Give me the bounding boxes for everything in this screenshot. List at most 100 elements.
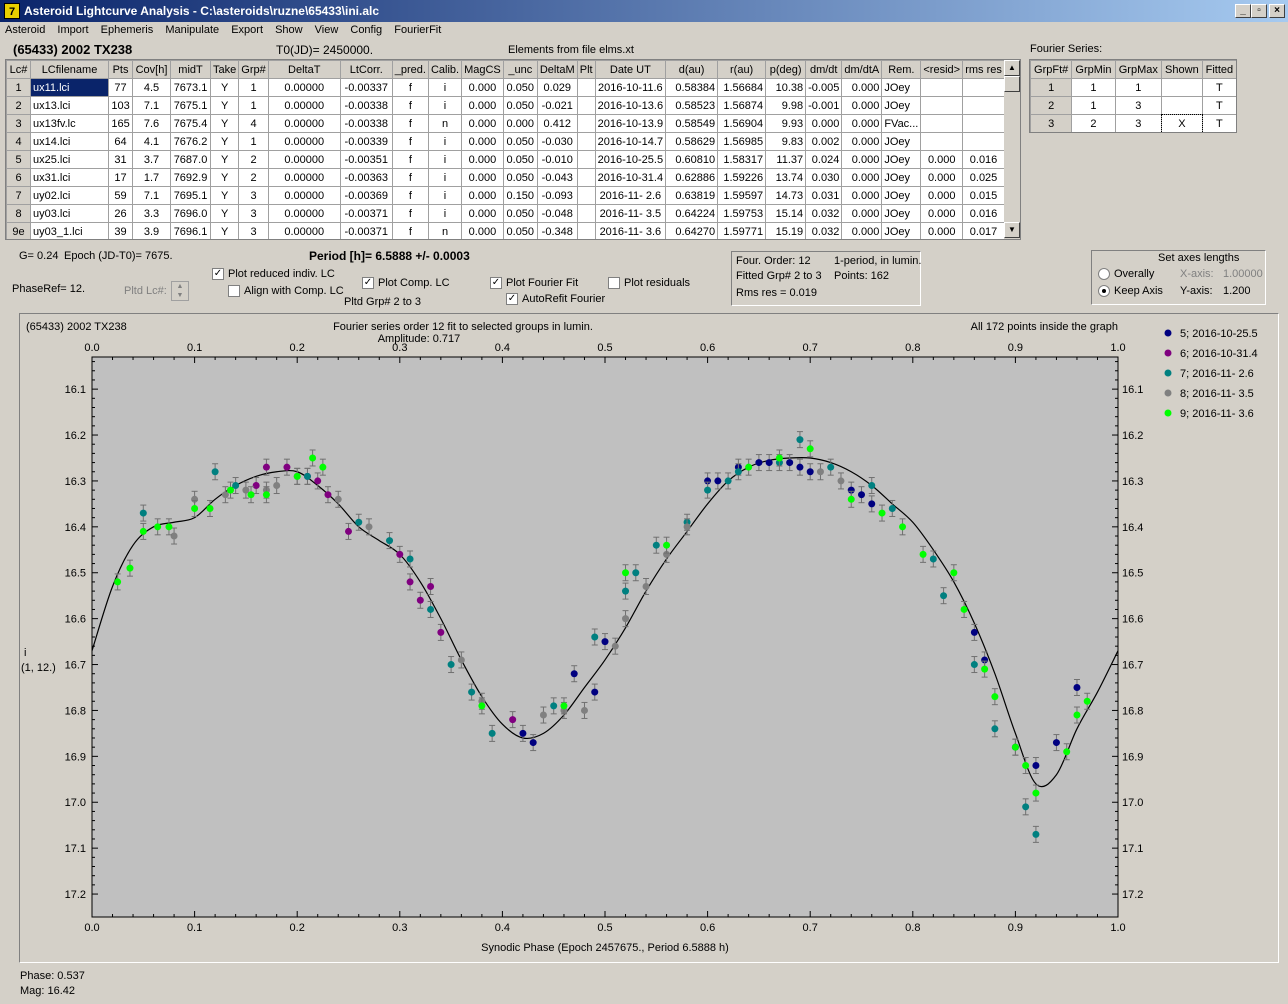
lc-cell[interactable]: 0.050 [502, 204, 538, 223]
lc-cell[interactable]: f [391, 114, 429, 133]
autorefit-checkbox[interactable]: ✓ AutoRefit Fourier [506, 293, 605, 306]
lc-cell[interactable]: 0.032 [805, 204, 843, 223]
lc-cell[interactable]: f [391, 78, 429, 97]
lc-cell[interactable]: -0.00369 [339, 186, 393, 205]
fourier-col-header[interactable]: GrpMin [1071, 60, 1116, 79]
lc-cell[interactable]: 15.14 [765, 204, 807, 223]
lc-cell[interactable]: 0.050 [502, 150, 538, 169]
fourier-cell[interactable]: 2 [1071, 114, 1116, 132]
lc-cell[interactable]: 0.00000 [267, 150, 341, 169]
lc-cell[interactable]: 0.63819 [665, 186, 719, 205]
lc-row-header[interactable]: 5 [6, 150, 31, 169]
lc-col-header[interactable]: r(au) [717, 60, 767, 79]
lc-cell[interactable]: 7675.4 [170, 114, 212, 133]
lc-cell[interactable] [576, 168, 596, 187]
lc-cell[interactable]: 0.000 [841, 78, 883, 97]
lc-cell[interactable]: 4 [238, 114, 269, 133]
lc-cell[interactable]: f [391, 96, 429, 115]
lc-table-row[interactable]: 6 ux31.lci 17 1.7 7692.9 Y 2 0.00000 -0.00363 f i 0… [6, 168, 1005, 187]
lc-cell[interactable]: i [427, 96, 463, 115]
lc-cell[interactable]: 2016-11- 2.6 [594, 186, 667, 205]
lc-table-row[interactable]: 1 ux11.lci 77 4.5 7673.1 Y 1 0.00000 -0.00337 f i 0… [6, 78, 1005, 97]
lc-cell[interactable]: JOey [881, 204, 922, 223]
lc-col-header[interactable]: MagCS [461, 60, 504, 79]
lc-cell[interactable]: 17 [108, 168, 134, 187]
lc-row-header[interactable]: 3 [6, 114, 31, 133]
keep-axis-radio[interactable]: Keep Axis [1098, 285, 1163, 298]
lc-cell[interactable]: 0.000 [461, 204, 504, 223]
lc-row-header[interactable]: 1 [6, 78, 31, 97]
lc-cell[interactable]: Y [210, 132, 240, 151]
lc-cell[interactable]: 13.74 [765, 168, 807, 187]
lc-cell[interactable] [962, 132, 1005, 151]
lc-cell[interactable]: FVac... [881, 114, 922, 133]
lc-col-header[interactable]: d(au) [665, 60, 719, 79]
fourier-cell[interactable]: T [1201, 114, 1236, 132]
lc-cell[interactable]: f [391, 204, 429, 223]
lc-cell[interactable]: 0.00000 [267, 96, 341, 115]
lc-cell[interactable]: 26 [108, 204, 134, 223]
lc-table-row[interactable]: 3 ux13fv.lc 165 7.6 7675.4 Y 4 0.00000 -0.00338 f… [6, 114, 1005, 133]
lc-row-header[interactable]: 4 [6, 132, 31, 151]
lc-cell[interactable]: 0.000 [461, 96, 504, 115]
fourier-cell[interactable]: 1 [1114, 78, 1163, 97]
lightcurve-plot-panel[interactable]: (65433) 2002 TX238 Fourier series order … [19, 313, 1279, 963]
lc-cell[interactable] [576, 186, 596, 205]
lc-cell[interactable]: 4.5 [132, 78, 172, 97]
lc-cell[interactable]: 0.050 [502, 96, 538, 115]
lc-cell[interactable]: i [427, 168, 463, 187]
menu-show[interactable]: Show [270, 22, 307, 36]
lc-col-header[interactable]: <resid> [920, 60, 964, 79]
lc-cell[interactable]: 11.37 [765, 150, 807, 169]
lc-col-header[interactable]: dm/dtA [841, 60, 883, 79]
lc-cell[interactable]: -0.093 [536, 186, 578, 205]
lc-cell[interactable]: 1.56684 [717, 78, 767, 97]
lc-cell[interactable] [576, 132, 596, 151]
lc-row-header[interactable]: 2 [6, 96, 31, 115]
overally-radio[interactable]: Overally [1098, 268, 1154, 281]
lc-cell[interactable]: -0.00371 [339, 222, 393, 239]
lc-cell[interactable]: 3.9 [132, 222, 172, 239]
plot-residuals-checkbox[interactable]: Plot residuals [608, 277, 690, 290]
lc-cell[interactable]: 0.050 [502, 168, 538, 187]
fourier-col-header[interactable]: Fitted [1201, 60, 1236, 79]
lc-col-header[interactable]: Cov[h] [132, 60, 172, 79]
lc-cell[interactable]: 0.000 [461, 168, 504, 187]
lc-cell[interactable] [576, 204, 596, 223]
lc-cell[interactable]: 14.73 [765, 186, 807, 205]
lc-cell[interactable]: 0.000 [841, 222, 883, 239]
xaxis-value[interactable]: 1.00000 [1223, 268, 1263, 280]
lc-table-row[interactable]: 8 uy03.lci 26 3.3 7696.0 Y 3 0.00000 -0.00371 f i 0… [6, 204, 1005, 223]
lc-table-row[interactable]: 4 ux14.lci 64 4.1 7676.2 Y 1 0.00000 -0.00339 f i 0… [6, 132, 1005, 151]
lc-cell[interactable]: f [391, 168, 429, 187]
lc-col-header[interactable]: Plt [576, 60, 596, 79]
fourier-table-row[interactable]: 111T [1030, 78, 1236, 97]
plot-fourier-checkbox[interactable]: ✓ Plot Fourier Fit [490, 277, 578, 290]
lc-cell[interactable]: 3.3 [132, 204, 172, 223]
lc-cell[interactable]: 0.050 [502, 222, 538, 239]
lc-cell[interactable]: 0.017 [962, 222, 1005, 239]
lc-cell[interactable]: 0.050 [502, 132, 538, 151]
lc-col-header[interactable]: Rem. [881, 60, 922, 79]
menu-export[interactable]: Export [226, 22, 267, 36]
lc-cell[interactable]: 7696.0 [170, 204, 212, 223]
lc-cell[interactable]: Y [210, 222, 240, 239]
lc-col-header[interactable]: Lc# [6, 60, 31, 79]
lc-row-header[interactable]: 8 [6, 204, 31, 223]
lc-cell[interactable]: Y [210, 114, 240, 133]
lc-cell[interactable]: 7695.1 [170, 186, 212, 205]
lc-cell[interactable]: 3.7 [132, 150, 172, 169]
lc-row-header[interactable]: 9e [6, 222, 31, 239]
lc-cell[interactable]: n [427, 222, 463, 239]
lc-cell[interactable]: -0.00337 [339, 78, 393, 97]
fourier-table-row[interactable]: 323XT [1030, 113, 1236, 132]
plot-comp-checkbox[interactable]: ✓ Plot Comp. LC [362, 277, 450, 290]
lc-cell[interactable]: 1.56874 [717, 96, 767, 115]
lc-cell[interactable]: 0.000 [461, 222, 504, 239]
lc-col-header[interactable]: midT [170, 60, 212, 79]
lc-cell[interactable]: 0.000 [461, 186, 504, 205]
fourier-row-header[interactable]: 2 [1030, 96, 1073, 115]
lc-col-header[interactable]: p(deg) [765, 60, 807, 79]
lc-cell[interactable]: JOey [881, 168, 922, 187]
lc-cell[interactable]: 0.000 [461, 78, 504, 97]
